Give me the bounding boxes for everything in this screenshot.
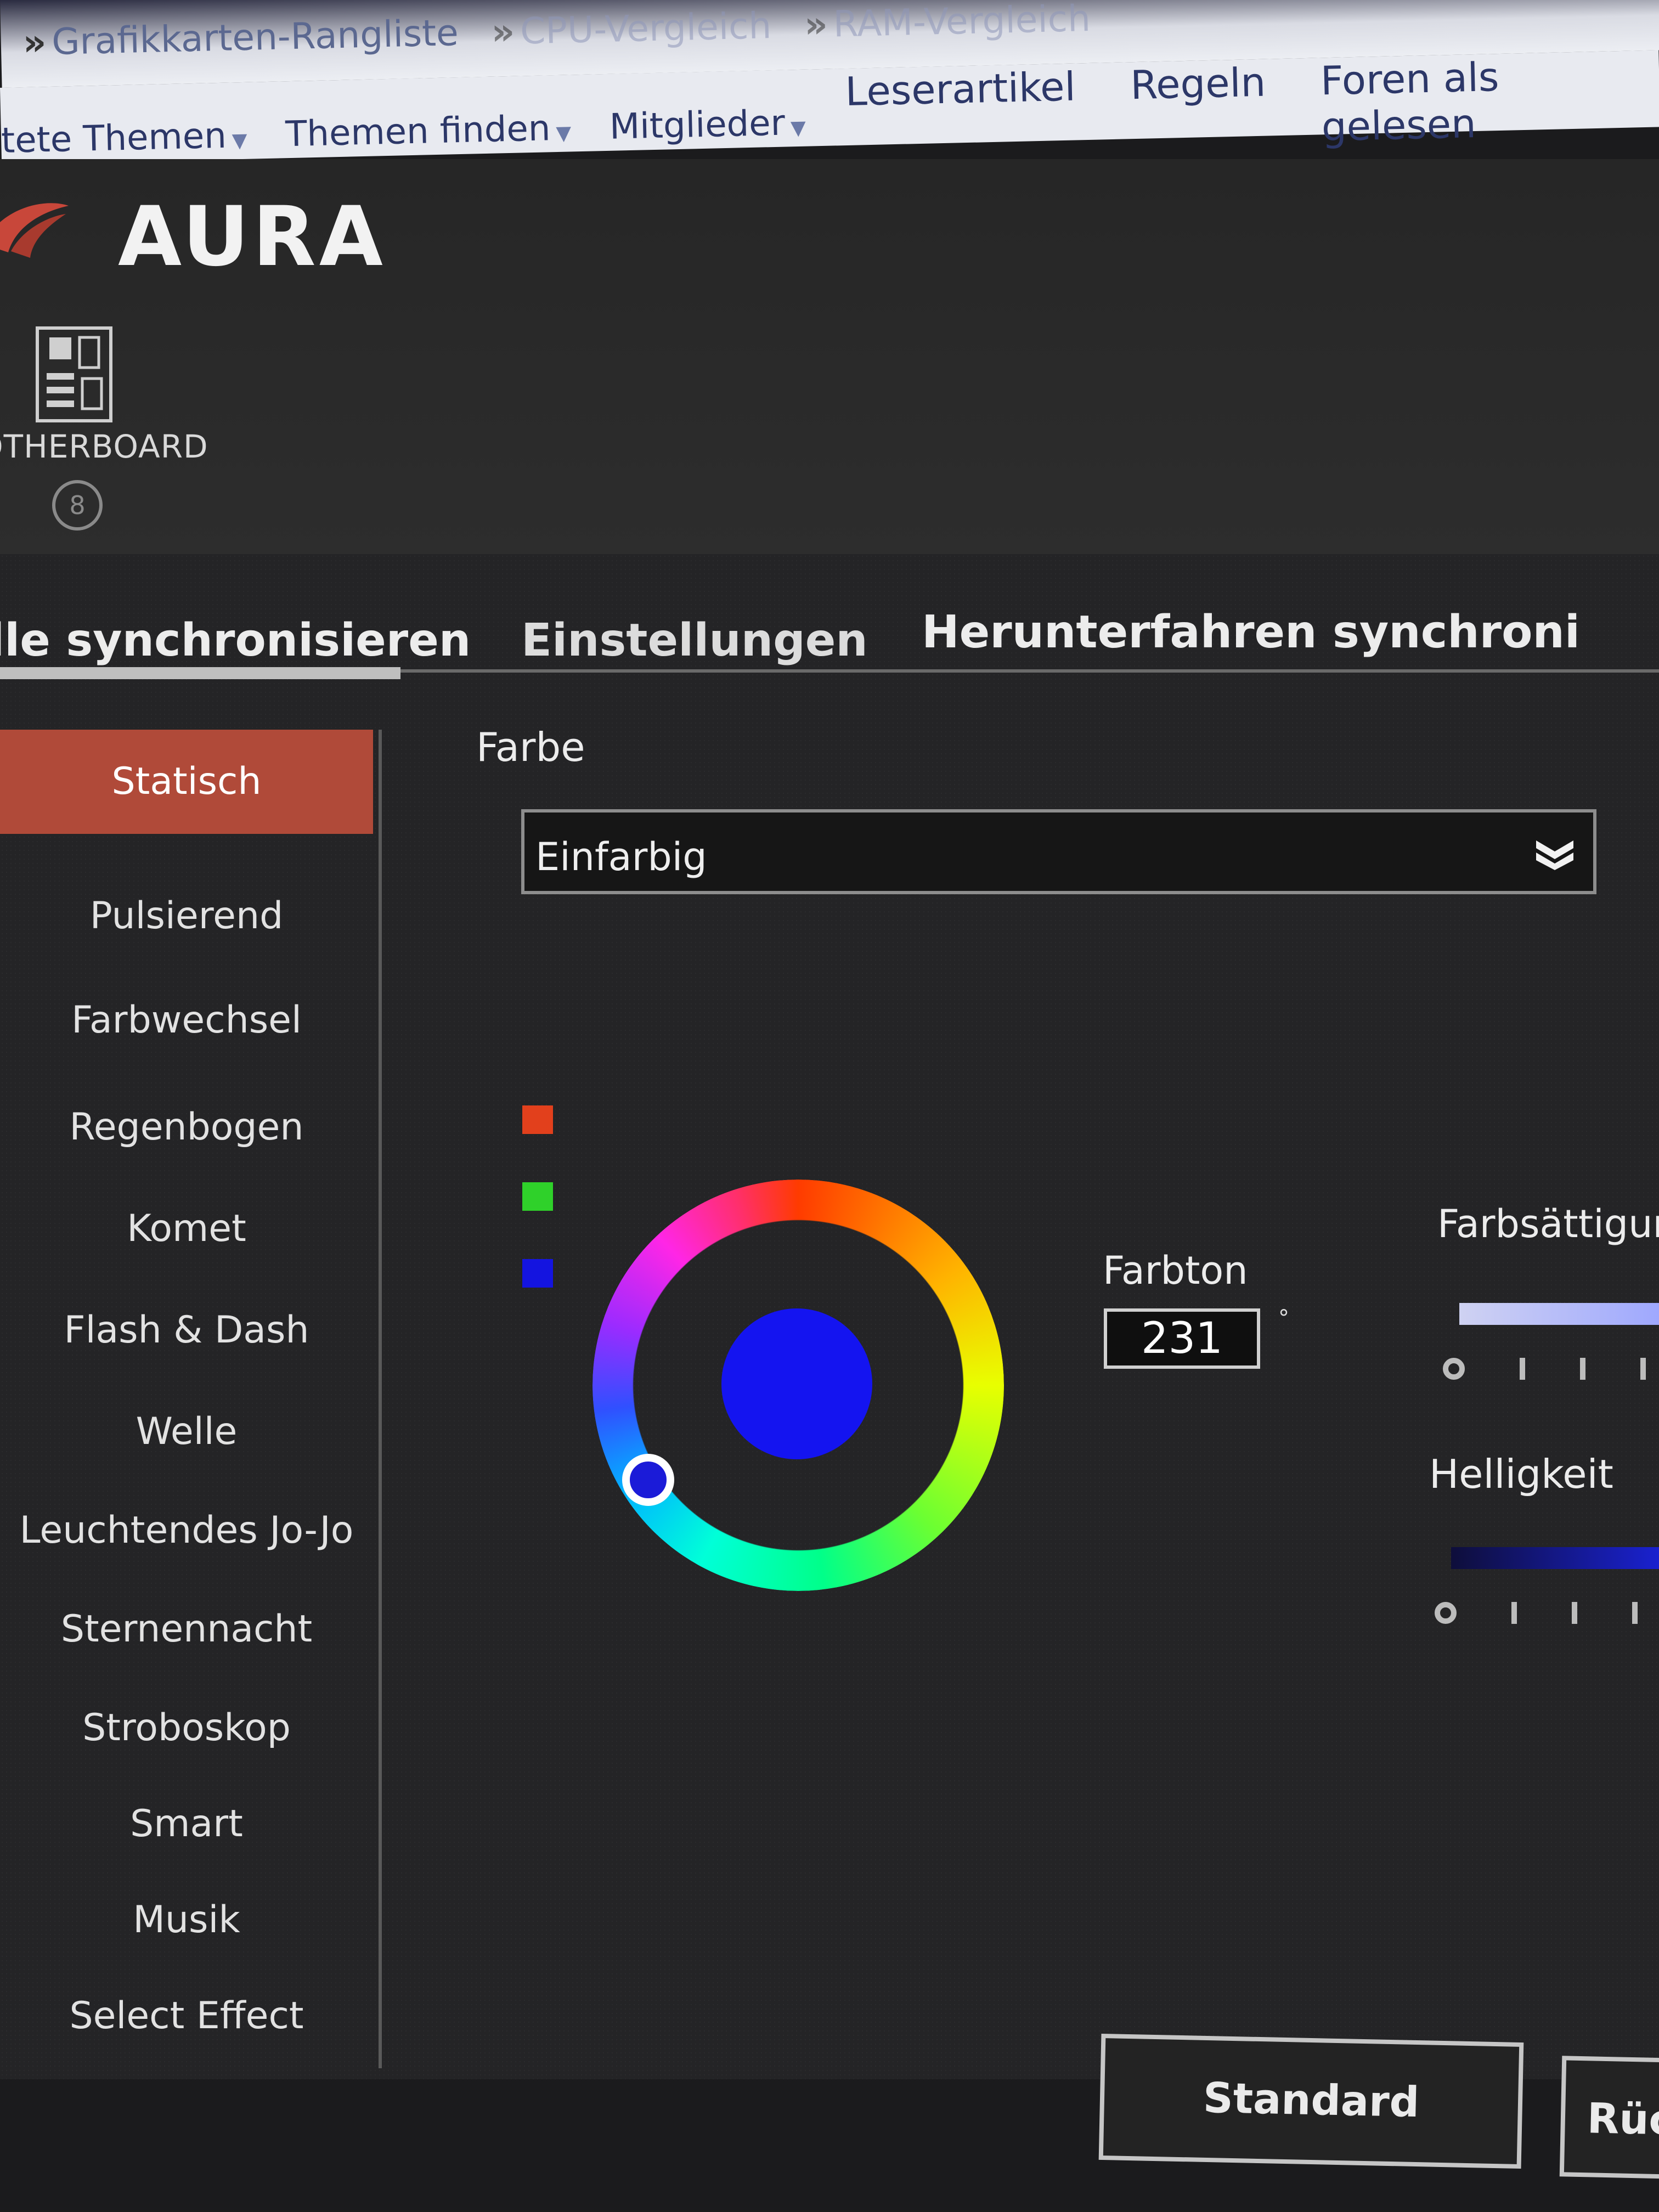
effect-item-stroboskop[interactable]: Stroboskop bbox=[0, 1706, 373, 1750]
active-tab-indicator bbox=[0, 667, 400, 679]
tick-mark bbox=[1580, 1358, 1585, 1380]
tab-settings[interactable]: Einstellungen bbox=[521, 614, 868, 667]
app-title: AURA bbox=[118, 189, 386, 285]
tick-mark bbox=[1572, 1602, 1577, 1624]
tab-sync-all[interactable]: lle synchronisieren bbox=[0, 614, 471, 667]
breadcrumb-item[interactable]: » RAM-Vergleich bbox=[804, 0, 1091, 46]
breadcrumb-item[interactable]: » CPU-Vergleich bbox=[491, 4, 772, 53]
tab-shutdown-sync[interactable]: Herunterfahren synchroni bbox=[922, 606, 1580, 658]
slider-handle-icon[interactable] bbox=[1435, 1602, 1457, 1624]
effect-item-komet[interactable]: Komet bbox=[0, 1207, 373, 1250]
tick-mark bbox=[1511, 1602, 1517, 1624]
back-button[interactable]: Rüc bbox=[1559, 2056, 1659, 2180]
back-button-label: Rüc bbox=[1587, 2094, 1659, 2145]
slider-handle-icon[interactable] bbox=[1443, 1358, 1465, 1380]
forum-nav-item[interactable]: tete Themen ▼ bbox=[1, 115, 247, 161]
effect-item-farbwechsel[interactable]: Farbwechsel bbox=[0, 998, 373, 1042]
motherboard-icon bbox=[36, 326, 112, 422]
forum-nav-item[interactable]: Regeln bbox=[1130, 59, 1267, 155]
color-mode-dropdown[interactable]: Einfarbig bbox=[521, 809, 1596, 894]
app-header: AURA OTHERBOARD 8 bbox=[0, 159, 1659, 554]
hue-input[interactable]: 231 bbox=[1104, 1308, 1260, 1369]
effect-item-pulsierend[interactable]: Pulsierend bbox=[0, 894, 373, 938]
swatch-green[interactable] bbox=[522, 1182, 553, 1211]
saturation-slider[interactable] bbox=[1459, 1303, 1659, 1325]
degree-symbol: ° bbox=[1278, 1306, 1289, 1331]
effect-item-sternennacht[interactable]: Sternennacht bbox=[0, 1607, 373, 1651]
chevron-double-down-icon bbox=[1536, 840, 1573, 870]
caret-down-icon: ▼ bbox=[556, 122, 572, 145]
effect-item-jo-jo[interactable]: Leuchtendes Jo-Jo bbox=[0, 1509, 373, 1552]
device-label: OTHERBOARD bbox=[0, 428, 208, 465]
hue-value: 231 bbox=[1141, 1314, 1223, 1363]
device-sync-icon[interactable]: 8 bbox=[52, 480, 103, 531]
color-wheel[interactable] bbox=[592, 1180, 1004, 1591]
effect-item-flash-dash[interactable]: Flash & Dash bbox=[0, 1308, 373, 1352]
aura-window: AURA OTHERBOARD 8 lle synchronisieren Ei… bbox=[0, 159, 1659, 2079]
standard-button-label: Standard bbox=[1203, 2073, 1420, 2127]
selected-color-preview bbox=[721, 1308, 872, 1459]
caret-down-icon: ▼ bbox=[232, 129, 248, 153]
saturation-ticks bbox=[1443, 1358, 1646, 1380]
tab-bar: lle synchronisieren Einstellungen Herunt… bbox=[0, 554, 1659, 673]
tick-mark bbox=[1632, 1602, 1638, 1624]
effect-item-select-effect[interactable]: Select Effect bbox=[0, 1994, 373, 2038]
forum-nav-item[interactable]: Themen finden ▼ bbox=[285, 108, 572, 155]
breadcrumb: » Grafikkarten-Rangliste » CPU-Vergleich »… bbox=[22, 0, 1091, 64]
brightness-ticks bbox=[1435, 1602, 1638, 1624]
effect-item-musik[interactable]: Musik bbox=[0, 1898, 373, 1942]
swatch-red[interactable] bbox=[522, 1105, 553, 1134]
tick-mark bbox=[1520, 1358, 1525, 1380]
color-mode-value: Einfarbig bbox=[535, 834, 707, 879]
standard-button[interactable]: Standard bbox=[1098, 2033, 1524, 2169]
forum-nav-item[interactable]: Mitglieder ▼ bbox=[609, 103, 806, 148]
forum-nav-item[interactable]: Foren als gelesen bbox=[1320, 50, 1659, 150]
effect-item-regenbogen[interactable]: Regenbogen bbox=[0, 1105, 373, 1149]
hue-label: Farbton bbox=[1103, 1248, 1248, 1293]
tick-mark bbox=[1640, 1358, 1646, 1380]
caret-down-icon: ▼ bbox=[790, 116, 806, 140]
effect-item-smart[interactable]: Smart bbox=[0, 1802, 373, 1846]
saturation-label: Farbsättigur bbox=[1437, 1201, 1659, 1246]
effects-sidebar: Statisch Pulsierend Farbwechsel Regenbog… bbox=[0, 730, 382, 2068]
brightness-slider[interactable] bbox=[1451, 1547, 1659, 1569]
effect-item-statisch[interactable]: Statisch bbox=[0, 730, 373, 834]
effect-item-welle[interactable]: Welle bbox=[0, 1410, 373, 1453]
color-section-label: Farbe bbox=[476, 724, 585, 770]
forum-nav-item[interactable]: Leserartikel bbox=[845, 64, 1077, 161]
hue-knob[interactable] bbox=[622, 1454, 674, 1506]
brightness-label: Helligkeit bbox=[1429, 1451, 1613, 1497]
swatch-blue[interactable] bbox=[522, 1259, 553, 1288]
breadcrumb-item[interactable]: » Grafikkarten-Rangliste bbox=[22, 12, 459, 64]
rog-logo-icon bbox=[0, 203, 69, 258]
